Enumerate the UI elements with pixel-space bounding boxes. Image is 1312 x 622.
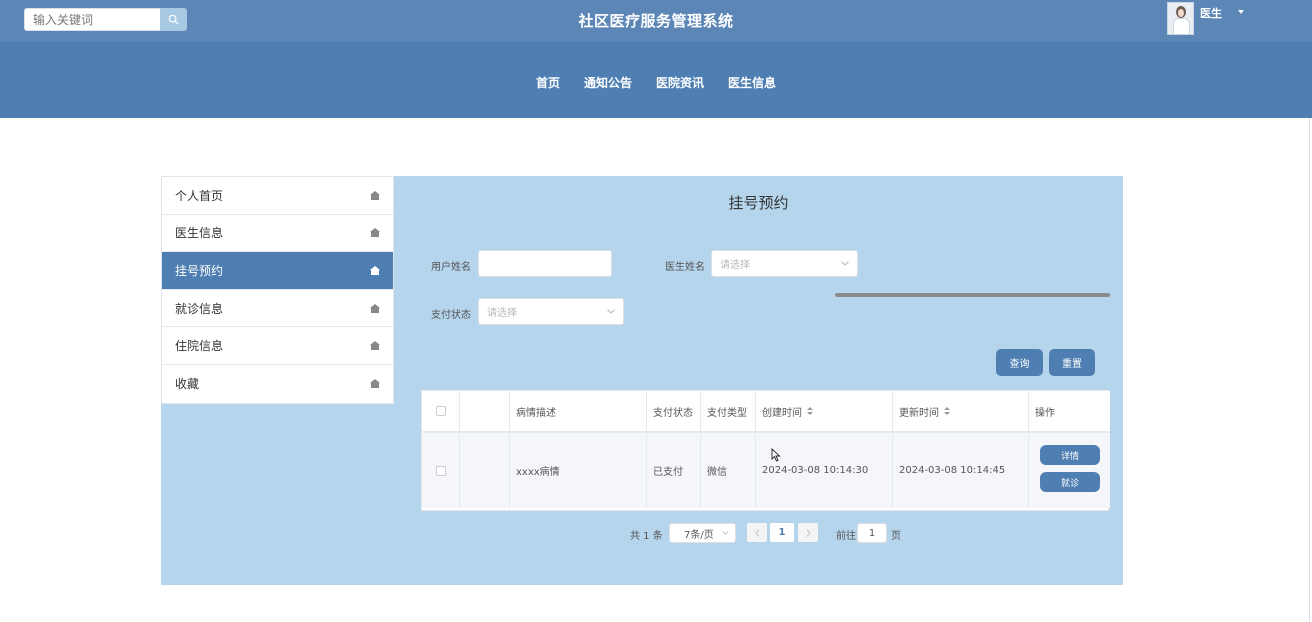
visit-button[interactable]: 就诊 [1040,472,1100,492]
pagination-total: 共 1 条 [630,531,663,542]
nav-item-doctors[interactable]: 医生信息 [728,74,776,91]
row-created-time: 2024-03-08 10:14:30 [756,433,893,508]
user-name-label: 用户姓名 [431,262,471,273]
user-name: 医生 [1200,7,1222,20]
sidebar-item-label: 挂号预约 [175,263,224,278]
header-checkbox-cell [422,391,460,431]
header-pay-type: 支付类型 [701,391,756,431]
pay-status-select[interactable]: 请选择 [478,298,624,325]
row-checkbox[interactable] [435,465,446,476]
row-checkbox-cell [422,433,460,508]
doctor-name-select[interactable]: 请选择 [711,250,858,277]
header-updated-time[interactable]: 更新时间 [893,391,1029,431]
row-updated-time: 2024-03-08 10:14:45 [893,433,1029,508]
home-icon [370,341,380,351]
avatar [1167,2,1194,35]
goto-label: 前往 [836,531,856,542]
nav-band: 首页 通知公告 医院资讯 医生信息 [0,42,1312,118]
header-index-cell [460,391,510,431]
reset-button[interactable]: 重置 [1049,349,1095,376]
sidebar-item-favorites[interactable]: 收藏 [162,365,393,403]
top-bar: 社区医疗服务管理系统 医生 [0,0,1312,42]
mouse-cursor-icon [771,448,781,462]
nav-item-hospital-news[interactable]: 医院资讯 [656,74,704,91]
chevron-left-icon [754,528,759,537]
chevron-right-icon [806,528,811,537]
table-horizontal-scrollbar[interactable] [835,293,1110,297]
sidebar: 个人首页 医生信息 挂号预约 就诊信息 住院信息 收藏 [161,176,394,404]
header-pay-status: 支付状态 [647,391,701,431]
header-updated-label: 更新时间 [899,407,939,419]
main-panel: 挂号预约 用户姓名 医生姓名 请选择 支付状态 请选择 查询 重置 病情描述 支… [394,176,1123,585]
sidebar-item-appointment[interactable]: 挂号预约 [162,252,393,290]
home-icon [370,228,380,238]
prev-page-button[interactable] [747,523,767,542]
sort-icon [807,407,813,415]
query-button[interactable]: 查询 [996,349,1043,376]
page-number-current[interactable]: 1 [770,523,794,542]
row-description: xxxx病情 [510,433,647,508]
chevron-down-icon [607,309,615,314]
sort-icon [944,407,950,415]
home-icon [370,379,380,389]
table-row: xxxx病情 已支付 微信 2024-03-08 10:14:30 2024-0… [422,433,1110,508]
page-size-value: 7条/页 [684,529,714,541]
sidebar-item-label: 收藏 [175,377,200,392]
chevron-down-icon [722,531,729,535]
main-nav: 首页 通知公告 医院资讯 医生信息 [0,74,1312,91]
page-title: 挂号预约 [728,194,789,212]
row-pay-type: 微信 [701,433,756,508]
sidebar-item-doctor-info[interactable]: 医生信息 [162,215,393,253]
page-suffix: 页 [891,531,901,542]
sidebar-item-label: 住院信息 [175,339,224,354]
header-description: 病情描述 [510,391,647,431]
header-created-time[interactable]: 创建时间 [756,391,893,431]
detail-button[interactable]: 详情 [1040,445,1100,465]
user-name-input[interactable] [478,250,612,277]
sidebar-item-visit-info[interactable]: 就诊信息 [162,290,393,328]
table-header-row: 病情描述 支付状态 支付类型 创建时间 更新时间 操作 [422,391,1110,433]
caret-down-icon [1238,10,1244,14]
sidebar-item-label: 就诊信息 [175,301,224,316]
home-icon [370,265,380,275]
nav-item-notices[interactable]: 通知公告 [584,74,632,91]
next-page-button[interactable] [798,523,818,542]
row-actions: 详情 就诊 [1029,433,1110,508]
sidebar-item-label: 个人首页 [175,188,224,203]
pay-status-label: 支付状态 [431,310,471,321]
sidebar-item-hospitalization[interactable]: 住院信息 [162,327,393,365]
sidebar-item-label: 医生信息 [175,226,224,241]
row-pay-status: 已支付 [647,433,701,508]
goto-page-input[interactable]: 1 [857,523,887,543]
row-index-cell [460,433,510,508]
home-icon [370,303,380,313]
page-size-select[interactable]: 7条/页 [669,523,736,543]
header-actions: 操作 [1035,407,1055,419]
doctor-name-label: 医生姓名 [665,262,705,273]
user-menu[interactable]: 医生 [1167,2,1244,35]
home-icon [370,190,380,200]
window-edge-line [1309,118,1310,622]
pay-status-placeholder: 请选择 [487,308,517,319]
chevron-down-icon [841,261,849,266]
doctor-name-placeholder: 请选择 [720,260,750,271]
appointment-table: 病情描述 支付状态 支付类型 创建时间 更新时间 操作 xxxx病情 已支付 微… [421,390,1110,511]
nav-item-home[interactable]: 首页 [536,74,560,91]
select-all-checkbox[interactable] [435,406,446,416]
header-created-label: 创建时间 [762,407,802,419]
sidebar-item-personal-home[interactable]: 个人首页 [162,177,393,215]
site-title: 社区医疗服务管理系统 [578,12,734,30]
sidebar-background [161,402,394,585]
